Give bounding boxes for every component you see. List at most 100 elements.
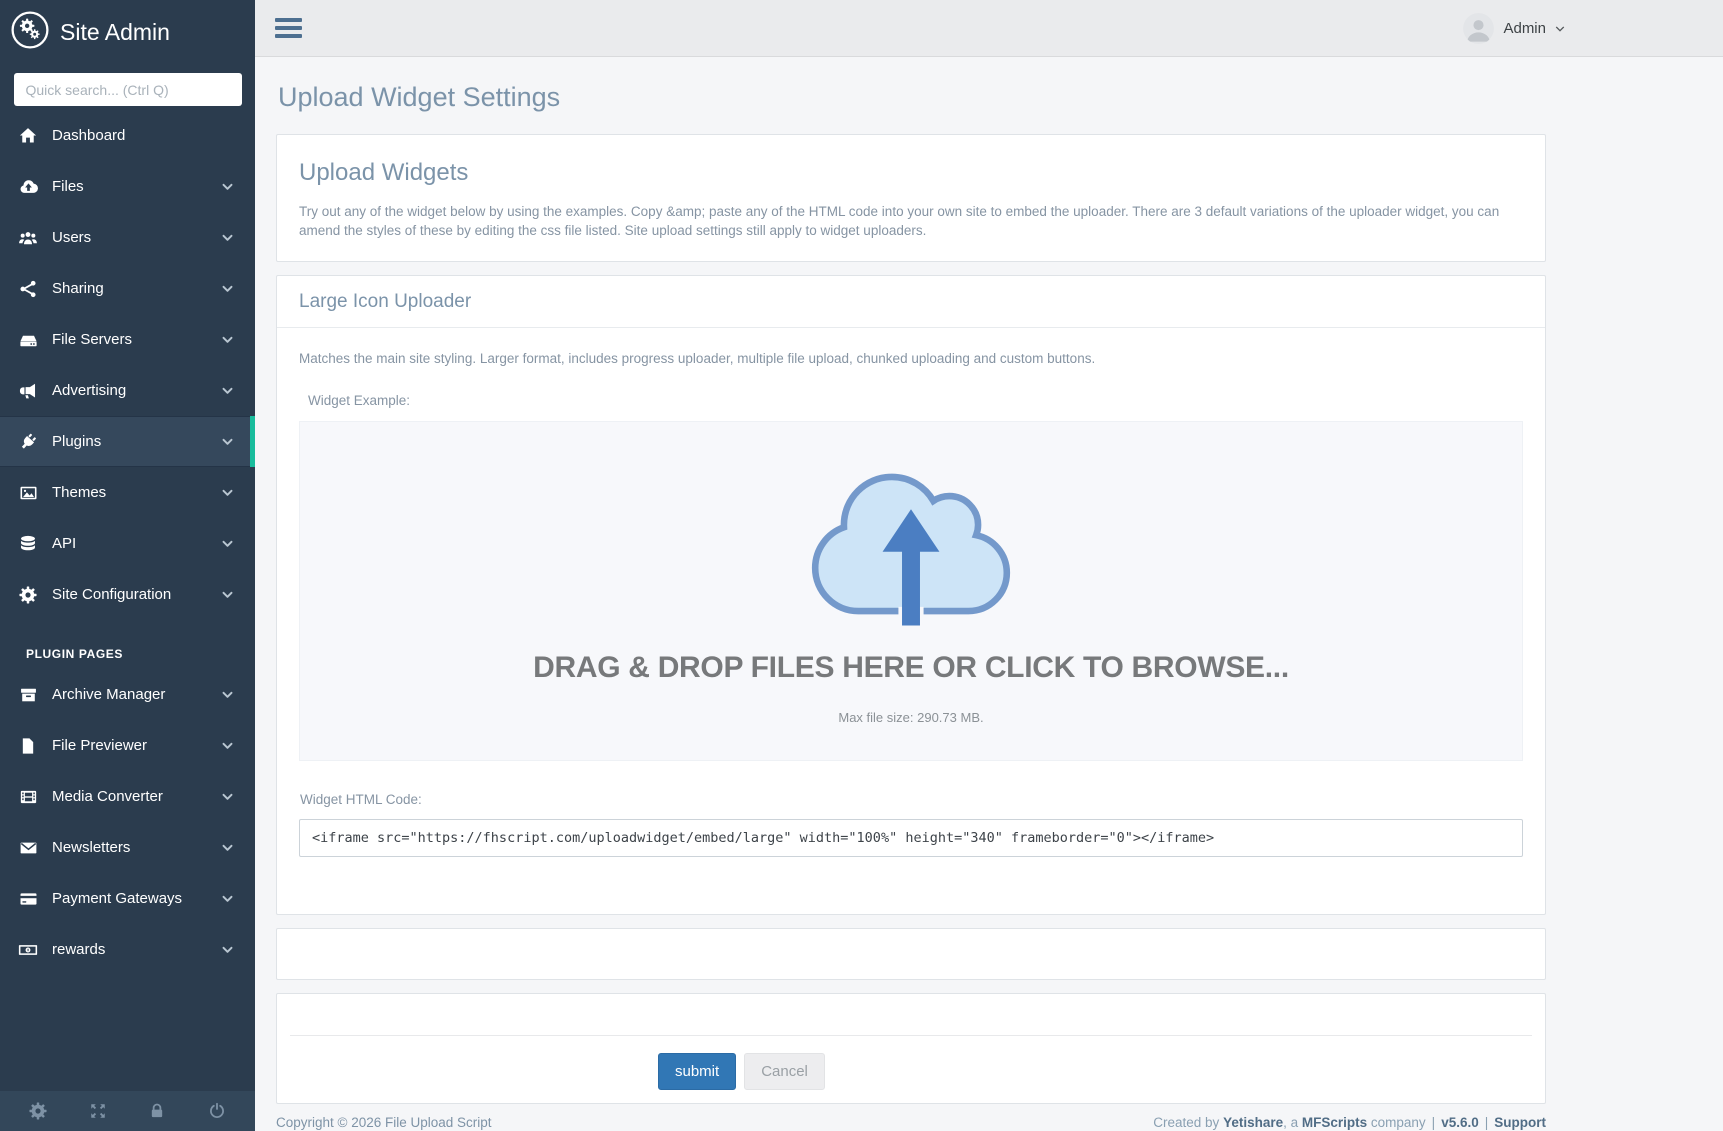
- separator: |: [1432, 1115, 1436, 1130]
- yetishare-link[interactable]: Yetishare: [1223, 1115, 1283, 1130]
- credit-card-icon: [16, 890, 40, 908]
- large-icon-uploader-title: Large Icon Uploader: [299, 291, 1523, 313]
- chevron-down-icon: [222, 540, 233, 548]
- sidebar-item-label: Sharing: [52, 280, 104, 297]
- sidebar-item-advertising[interactable]: Advertising: [0, 365, 255, 416]
- sidebar-item-label: Themes: [52, 484, 106, 501]
- sidebar-item-file-previewer[interactable]: File Previewer: [0, 720, 255, 771]
- dropzone-heading: DRAG & DROP FILES HERE OR CLICK TO BROWS…: [533, 651, 1289, 685]
- quick-search-input[interactable]: [14, 73, 242, 106]
- gear-icon[interactable]: [29, 1102, 47, 1120]
- sidebar-item-label: File Servers: [52, 331, 132, 348]
- support-link[interactable]: Support: [1494, 1115, 1546, 1130]
- max-file-size-text: Max file size: 290.73 MB.: [838, 710, 983, 725]
- chevron-down-icon: [222, 844, 233, 852]
- mfscripts-link[interactable]: MFScripts: [1302, 1115, 1367, 1130]
- sidebar-item-site-configuration[interactable]: Site Configuration: [0, 569, 255, 620]
- home-icon: [16, 127, 40, 145]
- uploader-description: Matches the main site styling. Larger fo…: [299, 351, 1523, 366]
- sidebar-item-archive-manager[interactable]: Archive Manager: [0, 669, 255, 720]
- sidebar-plugin-menu: Archive Manager File Previewer Media Conve…: [0, 669, 255, 975]
- upload-widgets-title: Upload Widgets: [299, 159, 1523, 187]
- bullhorn-icon: [16, 382, 40, 400]
- widget-example-label: Widget Example:: [308, 393, 1523, 408]
- widget-html-code-input[interactable]: [299, 819, 1523, 857]
- sidebar-item-rewards[interactable]: rewards: [0, 924, 255, 975]
- page-title: Upload Widget Settings: [278, 82, 1723, 113]
- sidebar: Site Admin Dashboard Files Users Sharing Fil…: [0, 0, 255, 1131]
- sidebar-item-plugins[interactable]: Plugins: [0, 416, 255, 467]
- sidebar-item-label: Archive Manager: [52, 686, 165, 703]
- chevron-down-icon: [222, 742, 233, 750]
- sidebar-item-api[interactable]: API: [0, 518, 255, 569]
- widget-html-code-label: Widget HTML Code:: [300, 792, 1523, 807]
- cloud-upload-icon: [808, 460, 1014, 645]
- sidebar-item-dashboard[interactable]: Dashboard: [0, 110, 255, 161]
- large-icon-uploader-card: Large Icon Uploader Matches the main sit…: [276, 275, 1546, 915]
- sidebar-item-newsletters[interactable]: Newsletters: [0, 822, 255, 873]
- sidebar-menu: Dashboard Files Users Sharing File Servers Ad…: [0, 110, 255, 620]
- sidebar-footer: [0, 1091, 255, 1131]
- expand-icon[interactable]: [89, 1102, 107, 1120]
- image-icon: [16, 484, 40, 502]
- avatar: [1463, 13, 1494, 44]
- user-label: Admin: [1503, 20, 1546, 37]
- footer: Copyright © 2026 File Upload Script Crea…: [276, 1104, 1546, 1130]
- sidebar-item-themes[interactable]: Themes: [0, 467, 255, 518]
- sidebar-item-files[interactable]: Files: [0, 161, 255, 212]
- app-root: Site Admin Dashboard Files Users Sharing Fil…: [0, 0, 1723, 1131]
- menu-toggle-icon[interactable]: [271, 14, 306, 42]
- plugin-pages-label: PLUGIN PAGES: [26, 647, 255, 661]
- chevron-down-icon: [222, 285, 233, 293]
- file-icon: [16, 737, 40, 755]
- envelope-icon: [16, 839, 40, 857]
- chevron-down-icon: [222, 489, 233, 497]
- sidebar-item-sharing[interactable]: Sharing: [0, 263, 255, 314]
- film-icon: [16, 788, 40, 806]
- created-by-prefix: Created by: [1153, 1115, 1223, 1130]
- sidebar-item-label: Files: [52, 178, 84, 195]
- sidebar-item-users[interactable]: Users: [0, 212, 255, 263]
- user-menu[interactable]: Admin: [1463, 13, 1565, 44]
- sidebar-item-label: Payment Gateways: [52, 890, 182, 907]
- sidebar-item-file-servers[interactable]: File Servers: [0, 314, 255, 365]
- chevron-down-icon: [222, 336, 233, 344]
- gear-icon: [16, 586, 40, 604]
- page-content: Upload Widget Settings Upload Widgets Tr…: [255, 57, 1723, 1131]
- submit-button[interactable]: submit: [658, 1053, 736, 1090]
- plug-icon: [16, 433, 40, 451]
- sidebar-item-label: Media Converter: [52, 788, 163, 805]
- upload-widgets-card: Upload Widgets Try out any of the widget…: [276, 134, 1546, 262]
- sidebar-item-payment-gateways[interactable]: Payment Gateways: [0, 873, 255, 924]
- upload-widgets-description: Try out any of the widget below by using…: [299, 202, 1523, 240]
- main-area: Admin Upload Widget Settings Upload Widg…: [255, 0, 1723, 1131]
- sidebar-item-label: rewards: [52, 941, 105, 958]
- brand[interactable]: Site Admin: [0, 0, 255, 64]
- chevron-down-icon: [1555, 25, 1565, 33]
- topbar: Admin: [255, 0, 1723, 57]
- power-icon[interactable]: [208, 1102, 226, 1120]
- chevron-down-icon: [222, 591, 233, 599]
- empty-panel: [276, 928, 1546, 980]
- archive-icon: [16, 686, 40, 704]
- site-admin-logo-icon: [11, 11, 49, 54]
- created-by-suffix: company: [1367, 1115, 1426, 1130]
- credits-text: Created by Yetishare, a MFScripts compan…: [1153, 1115, 1546, 1130]
- users-icon: [16, 229, 40, 247]
- sidebar-item-media-converter[interactable]: Media Converter: [0, 771, 255, 822]
- sidebar-item-label: Site Configuration: [52, 586, 171, 603]
- lock-icon[interactable]: [148, 1102, 166, 1120]
- chevron-down-icon: [222, 793, 233, 801]
- cancel-button[interactable]: Cancel: [744, 1053, 825, 1090]
- money-icon: [16, 941, 40, 959]
- chevron-down-icon: [222, 895, 233, 903]
- share-icon: [16, 280, 40, 298]
- sidebar-item-label: Dashboard: [52, 127, 125, 144]
- chevron-down-icon: [222, 691, 233, 699]
- card-header: Large Icon Uploader: [277, 276, 1545, 328]
- card-body: Matches the main site styling. Larger fo…: [277, 328, 1545, 914]
- chevron-down-icon: [222, 183, 233, 191]
- dropzone[interactable]: DRAG & DROP FILES HERE OR CLICK TO BROWS…: [299, 421, 1523, 761]
- brand-title: Site Admin: [60, 19, 170, 46]
- cloud-upload-icon: [16, 178, 40, 196]
